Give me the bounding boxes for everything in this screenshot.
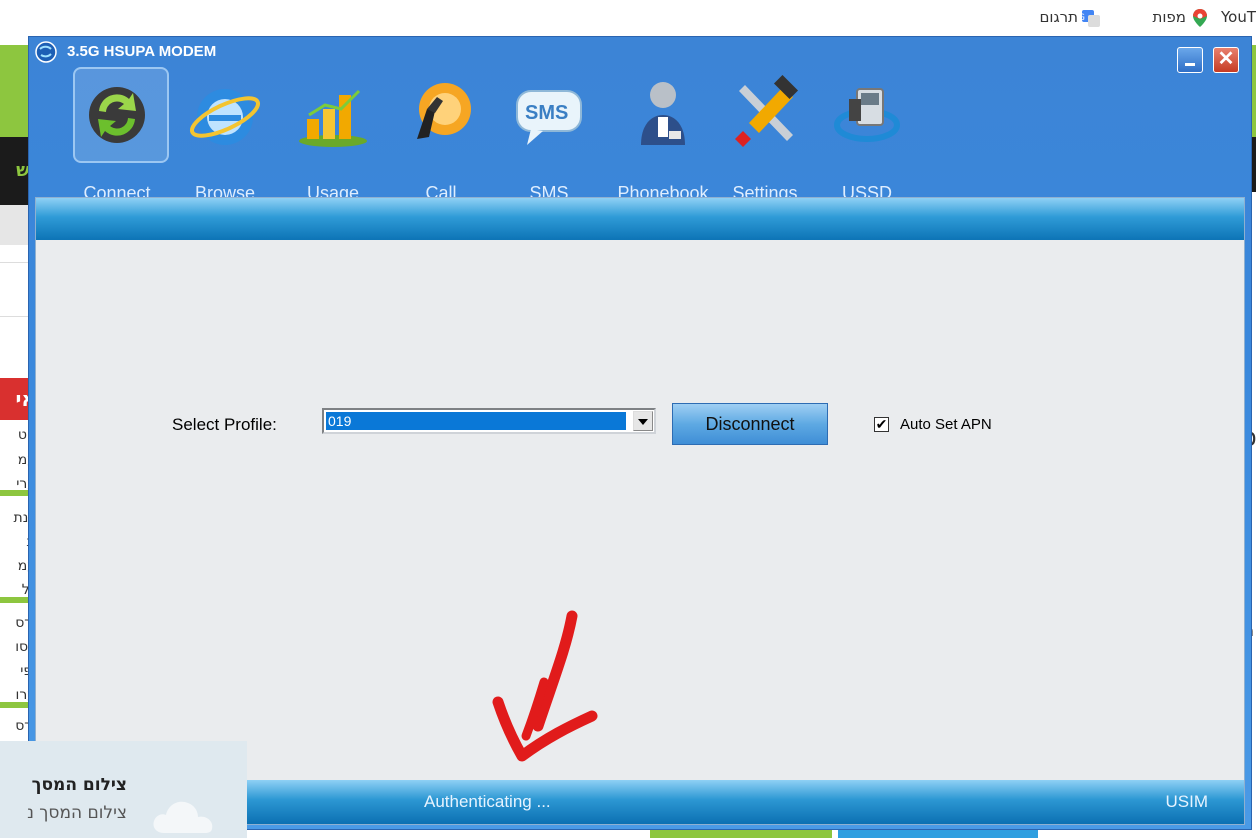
tools-icon: [727, 74, 803, 151]
bookmark-translate[interactable]: G תרגום: [1039, 8, 1100, 27]
bookmark-youtube[interactable]: YouT: [1221, 8, 1256, 26]
toolbar-settings[interactable]: Settings: [717, 65, 813, 203]
bookmark-label: מפות: [1152, 8, 1186, 26]
disconnect-button[interactable]: Disconnect: [672, 403, 828, 445]
toolbar-connect[interactable]: Connect: [69, 65, 169, 203]
auto-set-apn-checkbox[interactable]: ✔: [874, 417, 889, 432]
ussd-icon: [829, 75, 905, 151]
close-button[interactable]: ✕: [1213, 47, 1239, 73]
toolbar-call[interactable]: Call: [393, 65, 489, 203]
toast-subtitle: צילום המסך נ: [27, 803, 127, 823]
connect-panel: Select Profile: 019 Disconnect ✔ Auto Se…: [35, 197, 1245, 825]
svg-text:G: G: [1082, 13, 1085, 23]
sms-icon: SMS: [511, 75, 587, 151]
contact-icon: [625, 75, 701, 151]
minimize-icon: [1185, 63, 1195, 66]
toast-title: צילום המסך: [31, 775, 127, 795]
app-logo-icon: [35, 41, 57, 63]
usage-chart-icon: [295, 75, 371, 151]
toolbar-browse[interactable]: Browse: [177, 65, 273, 203]
sim-type-status: USIM: [1165, 792, 1209, 811]
bookmark-maps[interactable]: מפות: [1152, 8, 1208, 27]
close-icon: ✕: [1217, 48, 1235, 70]
bookmark-label: YouT: [1220, 8, 1256, 26]
profile-select[interactable]: 019: [322, 408, 656, 434]
toolbar-ussd[interactable]: USSD: [819, 65, 915, 203]
select-profile-label: Select Profile:: [172, 415, 277, 434]
bookmark-label: תרגום: [1039, 8, 1078, 26]
maps-pin-icon: [1192, 9, 1208, 27]
minimize-button[interactable]: [1177, 47, 1203, 73]
svg-text:SMS: SMS: [525, 102, 568, 124]
phone-icon: [403, 75, 479, 151]
connect-icon: [79, 75, 155, 151]
auto-set-apn-label: Auto Set APN: [900, 416, 992, 433]
panel-header-bar: [36, 198, 1244, 240]
translate-icon: G: [1078, 9, 1100, 27]
chevron-down-icon[interactable]: [633, 411, 653, 431]
annotation-arrow-icon: [492, 610, 598, 762]
connection-status: Authenticating ...: [424, 792, 551, 811]
modem-window: 3.5G HSUPA MODEM ✕ Connect Browse Usage: [28, 36, 1252, 830]
profile-select-value: 019: [326, 412, 626, 430]
bookmarks-bar: YouT מפות G תרגום: [0, 0, 1256, 36]
toolbar-sms[interactable]: SMS SMS: [501, 65, 597, 203]
browser-icon: [187, 75, 263, 151]
checkmark-icon: ✔: [875, 416, 888, 432]
cloud-icon: [153, 801, 213, 833]
toolbar-phonebook[interactable]: Phonebook: [603, 65, 723, 203]
toolbar-usage[interactable]: Usage: [285, 65, 381, 203]
window-title: 3.5G HSUPA MODEM: [67, 43, 217, 60]
screenshot-toast[interactable]: צילום המסך צילום המסך נ: [0, 741, 247, 838]
